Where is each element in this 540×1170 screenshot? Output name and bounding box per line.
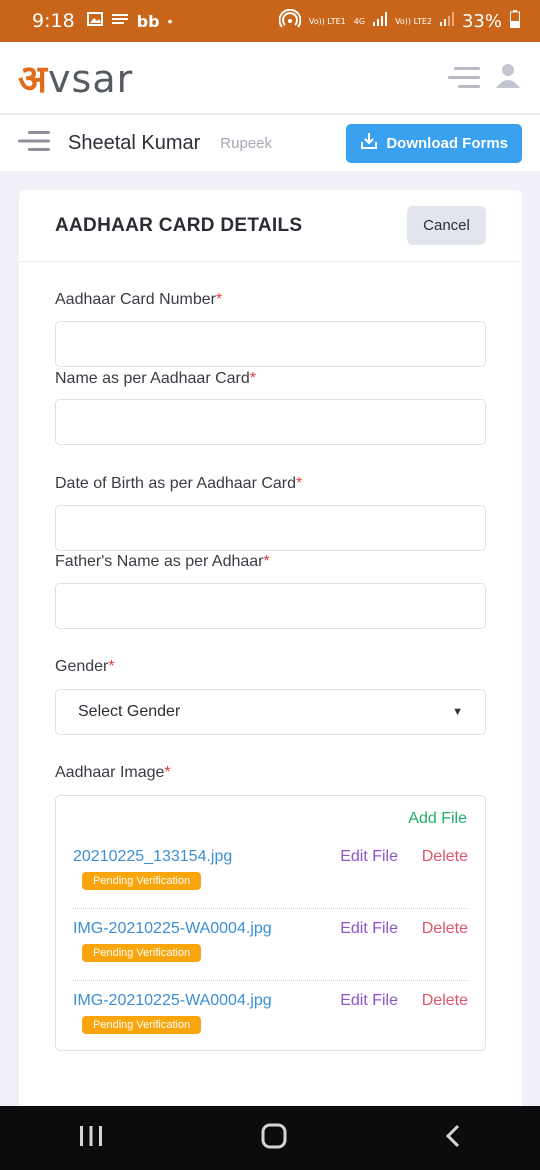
- bigbasket-icon: bb: [136, 11, 160, 31]
- gender-selected-value: Select Gender: [78, 703, 181, 720]
- divider: [73, 980, 468, 981]
- father-name-input[interactable]: [55, 583, 486, 629]
- download-forms-label: Download Forms: [386, 134, 508, 152]
- divider: [73, 908, 468, 909]
- logo-text: vsar: [48, 56, 134, 101]
- company-name: Rupeek: [220, 134, 272, 152]
- aadhaar-form-card: AADHAAR CARD DETAILS Cancel Aadhaar Card…: [19, 190, 522, 1120]
- name-input[interactable]: [55, 399, 486, 445]
- system-navigation-bar: [0, 1106, 540, 1170]
- sidebar-toggle-icon[interactable]: [18, 128, 50, 159]
- signal-icon: [373, 11, 388, 31]
- aadhaar-image-label-text: Aadhaar Image: [55, 764, 165, 781]
- required-mark: *: [263, 553, 270, 570]
- logo-accent: अ: [18, 56, 49, 101]
- aadhaar-number-label: Aadhaar Card Number*: [55, 291, 222, 309]
- home-icon[interactable]: [261, 1123, 287, 1154]
- caret-down-icon: ▼: [452, 706, 463, 718]
- network-4g-label: 4G: [353, 16, 366, 26]
- gender-label-text: Gender: [55, 658, 109, 675]
- battery-level: 33%: [461, 10, 502, 32]
- required-mark: *: [215, 291, 223, 308]
- recent-apps-icon[interactable]: [78, 1125, 104, 1152]
- file-row: IMG-20210225-WA0004.jpg Edit File Delete…: [73, 920, 468, 962]
- edit-file-link[interactable]: Edit File: [340, 992, 398, 1010]
- user-profile-icon[interactable]: [494, 61, 522, 94]
- dob-input[interactable]: [55, 505, 486, 551]
- name-label: Name as per Aadhaar Card*: [55, 370, 256, 388]
- app-header: अvsar: [0, 42, 540, 114]
- status-badge: Pending Verification: [82, 1016, 202, 1034]
- delete-file-link[interactable]: Delete: [422, 848, 468, 866]
- app-notification-icon: [111, 11, 129, 32]
- father-name-label-text: Father's Name as per Adhaar: [55, 553, 264, 570]
- avsar-logo[interactable]: अvsar: [18, 52, 133, 104]
- file-list: Add File 20210225_133154.jpg Edit File D…: [55, 795, 486, 1051]
- signal-2-icon: [439, 11, 454, 31]
- gender-select[interactable]: Select Gender ▼: [55, 689, 486, 735]
- edit-file-link[interactable]: Edit File: [340, 848, 398, 866]
- menu-icon[interactable]: [448, 65, 480, 91]
- clock: 9:18: [32, 10, 75, 32]
- download-icon: [360, 132, 378, 154]
- dob-label-text: Date of Birth as per Aadhaar Card: [55, 475, 297, 492]
- card-title: AADHAAR CARD DETAILS: [55, 214, 303, 236]
- required-mark: *: [296, 475, 303, 492]
- dot-icon: •: [167, 13, 173, 29]
- file-row: IMG-20210225-WA0004.jpg Edit File Delete…: [73, 992, 468, 1034]
- required-mark: *: [249, 370, 257, 387]
- status-badge: Pending Verification: [82, 944, 202, 962]
- cancel-button[interactable]: Cancel: [407, 206, 486, 245]
- add-file-link[interactable]: Add File: [408, 810, 467, 828]
- sub-header: Sheetal Kumar Rupeek Download Forms: [0, 115, 540, 171]
- gender-label: Gender*: [55, 658, 115, 676]
- name-label-text: Name as per Aadhaar Card: [55, 370, 250, 387]
- file-row: 20210225_133154.jpg Edit File Delete Pen…: [73, 848, 468, 890]
- battery-icon: [510, 9, 520, 33]
- card-header: AADHAAR CARD DETAILS Cancel: [19, 190, 522, 262]
- aadhaar-number-label-text: Aadhaar Card Number: [55, 291, 216, 308]
- file-name-link[interactable]: IMG-20210225-WA0004.jpg: [73, 920, 468, 938]
- file-name-link[interactable]: 20210225_133154.jpg: [73, 848, 468, 866]
- sim1-label: Vo)) LTE1: [308, 16, 346, 26]
- back-icon[interactable]: [444, 1124, 462, 1153]
- sim2-label: Vo)) LTE2: [395, 16, 432, 26]
- status-bar: 9:18 bb • Vo)) LTE1 4G Vo)) LTE2 33%: [0, 0, 540, 42]
- user-name: Sheetal Kumar: [68, 131, 201, 154]
- hotspot-icon: [278, 8, 302, 34]
- aadhaar-image-label: Aadhaar Image*: [55, 764, 171, 782]
- dob-label: Date of Birth as per Aadhaar Card*: [55, 475, 302, 493]
- file-name-link[interactable]: IMG-20210225-WA0004.jpg: [73, 992, 468, 1010]
- required-mark: *: [108, 658, 115, 675]
- aadhaar-number-input[interactable]: [55, 321, 486, 367]
- father-name-label: Father's Name as per Adhaar*: [55, 553, 270, 571]
- required-mark: *: [164, 764, 171, 781]
- gallery-icon: [86, 11, 103, 32]
- edit-file-link[interactable]: Edit File: [340, 920, 398, 938]
- download-forms-button[interactable]: Download Forms: [346, 123, 522, 163]
- delete-file-link[interactable]: Delete: [422, 992, 468, 1010]
- delete-file-link[interactable]: Delete: [422, 920, 468, 938]
- status-badge: Pending Verification: [82, 872, 202, 890]
